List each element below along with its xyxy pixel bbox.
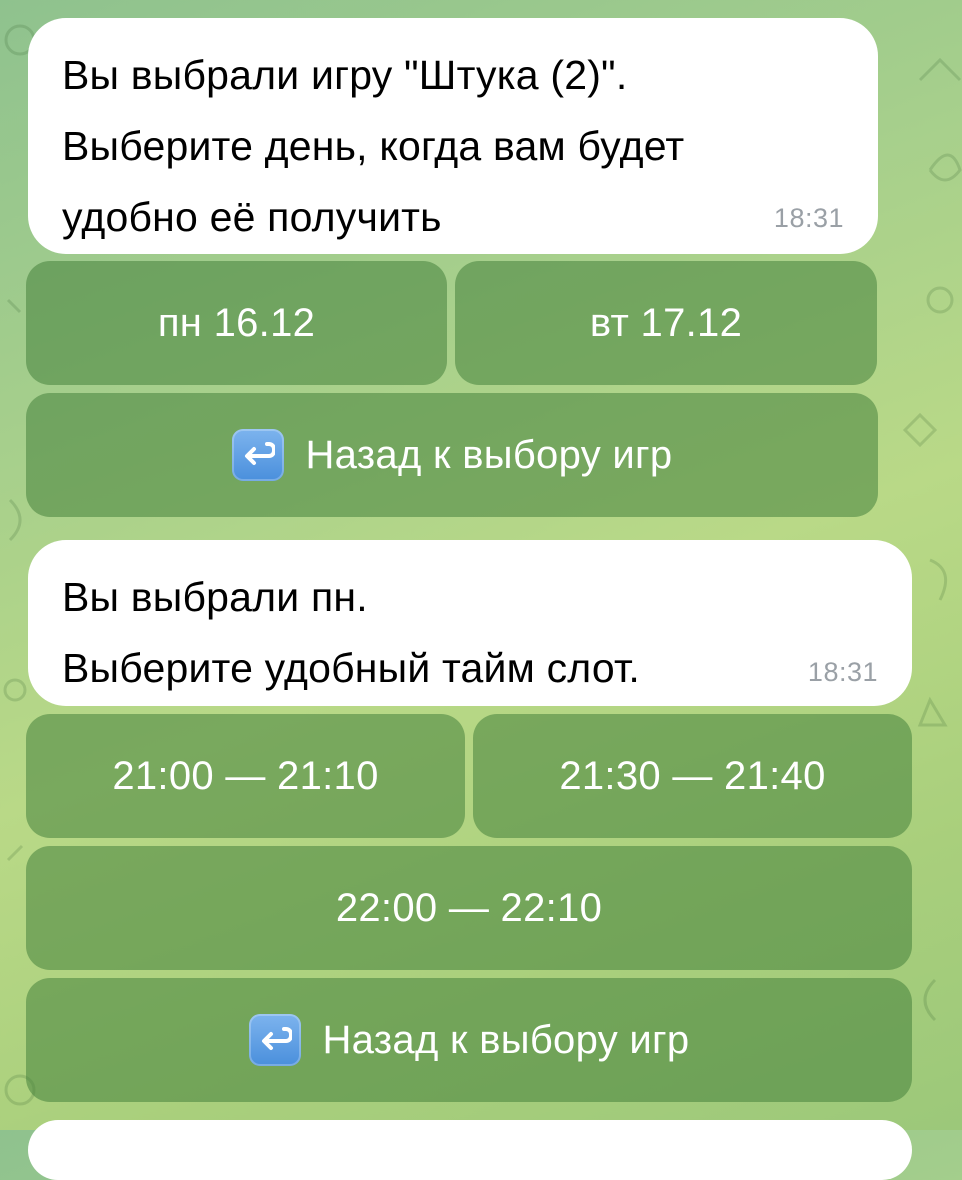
- timeslot-button-label: 21:30 — 21:40: [559, 753, 826, 798]
- message-text: Вы выбрали пн. Выберите удобный тайм сло…: [62, 574, 641, 691]
- message-time: 18:31: [773, 203, 844, 233]
- message-bubble: Вы выбрали игру "Штука (2)". Выберите де…: [28, 18, 878, 254]
- day-button-mon[interactable]: пн 16.12: [26, 261, 447, 385]
- return-arrow-icon: [231, 429, 284, 481]
- message-text: Вы выбрали игру "Штука (2)". Выберите де…: [62, 52, 685, 240]
- day-button-tue[interactable]: вт 17.12: [455, 261, 877, 385]
- timeslot-button-label: 21:00 — 21:10: [112, 753, 379, 798]
- day-button-label: вт 17.12: [589, 300, 743, 345]
- back-to-games-button[interactable]: Назад к выбору игр: [26, 978, 912, 1102]
- return-arrow-icon: [248, 1014, 301, 1066]
- next-message-bubble: [28, 1120, 912, 1180]
- back-button-label: Назад к выбору игр: [322, 1017, 690, 1062]
- back-to-games-button[interactable]: Назад к выбору игр: [26, 393, 878, 517]
- message-bubble: Вы выбрали пн. Выберите удобный тайм сло…: [28, 540, 912, 706]
- timeslot-button-2100[interactable]: 21:00 — 21:10: [26, 714, 465, 838]
- timeslot-button-2200[interactable]: 22:00 — 22:10: [26, 846, 912, 970]
- day-button-label: пн 16.12: [157, 300, 316, 345]
- timeslot-button-label: 22:00 — 22:10: [335, 885, 603, 930]
- message-time: 18:31: [807, 657, 878, 687]
- timeslot-button-2130[interactable]: 21:30 — 21:40: [473, 714, 912, 838]
- back-button-label: Назад к выбору игр: [305, 432, 673, 477]
